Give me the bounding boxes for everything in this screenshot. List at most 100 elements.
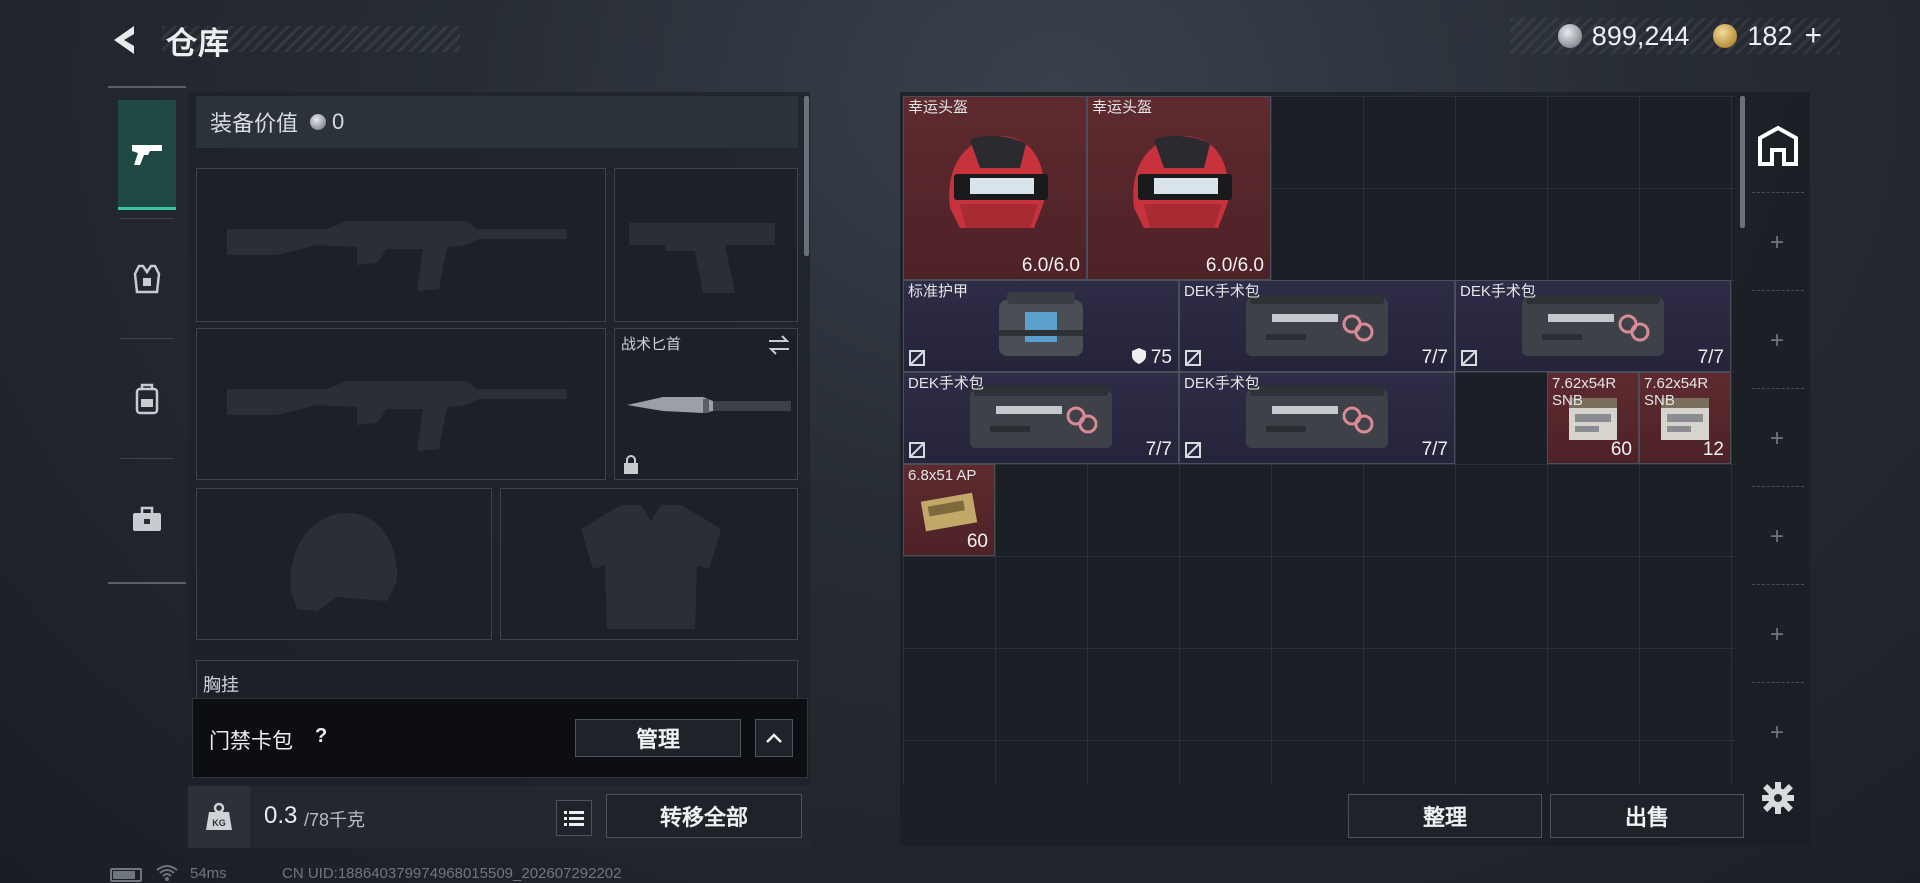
back-button[interactable]	[108, 22, 144, 58]
item-count: 7/7	[1145, 439, 1172, 460]
add-gold-button[interactable]: +	[1804, 19, 1822, 53]
inventory-item[interactable]: DEK手术包 7/7	[903, 372, 1179, 464]
add-container-icon[interactable]: +	[1766, 231, 1788, 255]
tab-divider	[120, 338, 174, 339]
max-weight: /78千克	[304, 810, 366, 830]
item-name: 标准护甲	[908, 283, 969, 300]
equipment-scrollbar[interactable]	[804, 96, 809, 256]
add-container-icon[interactable]: +	[1766, 525, 1788, 549]
settings-button[interactable]	[1760, 780, 1796, 816]
chest-rig-section[interactable]: 胸挂	[196, 660, 798, 700]
add-container-icon[interactable]: +	[1766, 427, 1788, 451]
tab-divider	[1752, 486, 1804, 487]
gear-icon	[1762, 782, 1794, 814]
item-name: DEK手术包	[1460, 283, 1536, 300]
silver-balance: 899,244	[1591, 20, 1690, 51]
keycard-bar: 门禁卡包 ? 管理	[192, 698, 808, 778]
page-title: 仓库	[166, 26, 230, 61]
secondary-weapon-slot[interactable]	[196, 328, 606, 480]
lock-icon	[624, 455, 638, 474]
tab-divider	[1752, 290, 1804, 291]
transfer-all-button[interactable]: 转移全部	[606, 794, 802, 838]
inventory-item[interactable]: 6.8x51 AP 60	[903, 464, 995, 556]
list-icon	[564, 811, 584, 826]
sort-button[interactable]: 整理	[1348, 794, 1542, 838]
pistol-slot[interactable]	[614, 168, 798, 322]
wifi-icon	[156, 865, 178, 881]
item-name: 7.62x54R SNB	[1552, 375, 1617, 409]
item-count: 75	[1131, 347, 1172, 369]
add-container-icon[interactable]: +	[1766, 623, 1788, 647]
equip-value-label: 装备价值	[210, 111, 299, 136]
expand-button[interactable]	[755, 719, 793, 757]
medkit-icon	[1522, 294, 1664, 356]
tab-divider	[1752, 682, 1804, 683]
no-trade-icon	[1461, 350, 1477, 366]
tab-toolbox[interactable]	[118, 464, 176, 574]
item-count: 60	[966, 531, 988, 552]
helmet-icon	[949, 135, 1048, 228]
tab-divider	[120, 458, 174, 459]
add-container-icon[interactable]: +	[1766, 329, 1788, 353]
knife-slot[interactable]: 战术匕首	[614, 328, 798, 480]
inventory-item[interactable]: DEK手术包 7/7	[1179, 372, 1455, 464]
tab-gear[interactable]	[118, 224, 176, 334]
tab-backpack[interactable]	[118, 344, 176, 454]
item-count: 60	[1610, 439, 1632, 460]
chevron-up-icon	[766, 733, 782, 743]
inventory-item[interactable]: 7.62x54R SNB 12	[1639, 372, 1731, 464]
toolbox-icon	[133, 506, 161, 531]
stash-container-tab[interactable]	[1756, 124, 1800, 168]
weight-icon-box: KG	[188, 786, 250, 848]
inventory-item[interactable]: 幸运头盔 6.0/6.0	[1087, 96, 1271, 280]
help-icon[interactable]: ?	[315, 725, 327, 748]
rifle-silhouette-icon	[227, 381, 567, 451]
battery-icon	[110, 868, 142, 882]
medkit-icon	[1246, 386, 1388, 448]
tab-divider	[1752, 192, 1804, 193]
manage-button[interactable]: 管理	[575, 719, 741, 757]
armor-slot[interactable]	[500, 488, 798, 640]
sell-button[interactable]: 出售	[1550, 794, 1744, 838]
keycard-label: 门禁卡包	[209, 730, 293, 753]
svg-text:KG: KG	[212, 818, 226, 828]
ammo-box-icon	[920, 492, 978, 532]
add-container-icon[interactable]: +	[1766, 721, 1788, 745]
silver-coin-icon	[1557, 24, 1582, 48]
back-arrow-icon	[114, 26, 134, 54]
helmet-slot[interactable]	[196, 488, 492, 640]
inventory-item[interactable]: DEK手术包 7/7	[1455, 280, 1731, 372]
item-count: 7/7	[1421, 439, 1448, 460]
tab-divider	[1752, 584, 1804, 585]
stash-icon	[1758, 125, 1798, 166]
item-count: 7/7	[1697, 347, 1724, 368]
armor-plate-carrier-icon	[999, 292, 1083, 356]
inventory-item[interactable]: DEK手术包 7/7	[1179, 280, 1455, 372]
equip-value: 0	[332, 109, 345, 134]
chest-rig-label: 胸挂	[203, 675, 239, 695]
shield-icon	[1131, 348, 1146, 364]
inventory-item[interactable]: 7.62x54R SNB 60	[1547, 372, 1639, 464]
helmet-silhouette-icon	[290, 513, 398, 611]
tab-divider	[120, 218, 174, 219]
medkit-icon	[1246, 294, 1388, 356]
gold-balance: 182	[1747, 20, 1793, 51]
tab-weapons[interactable]	[118, 100, 176, 210]
primary-weapon-slot[interactable]	[196, 168, 606, 322]
no-trade-icon	[909, 350, 925, 366]
silver-coin-icon	[310, 114, 327, 130]
uid-text: CN UID:1886403799749​68015509_2026072922…	[282, 865, 622, 882]
loadout-tabs	[108, 86, 186, 584]
list-view-button[interactable]	[556, 800, 592, 836]
item-image	[904, 97, 1086, 279]
knife-slot-label: 战术匕首	[621, 336, 682, 353]
inventory-item[interactable]: 幸运头盔 6.0/6.0	[903, 96, 1087, 280]
inventory-scrollbar[interactable]	[1740, 96, 1745, 228]
vest-silhouette-icon	[581, 505, 721, 629]
ping-text: 54ms	[190, 865, 227, 882]
inventory-item[interactable]: 标准护甲 75	[903, 280, 1179, 372]
item-count: 6.0/6.0	[1021, 255, 1080, 276]
swap-icon[interactable]	[767, 335, 791, 355]
item-name: 6.8x51 AP	[908, 467, 977, 484]
item-name: 幸运头盔	[1092, 99, 1153, 116]
